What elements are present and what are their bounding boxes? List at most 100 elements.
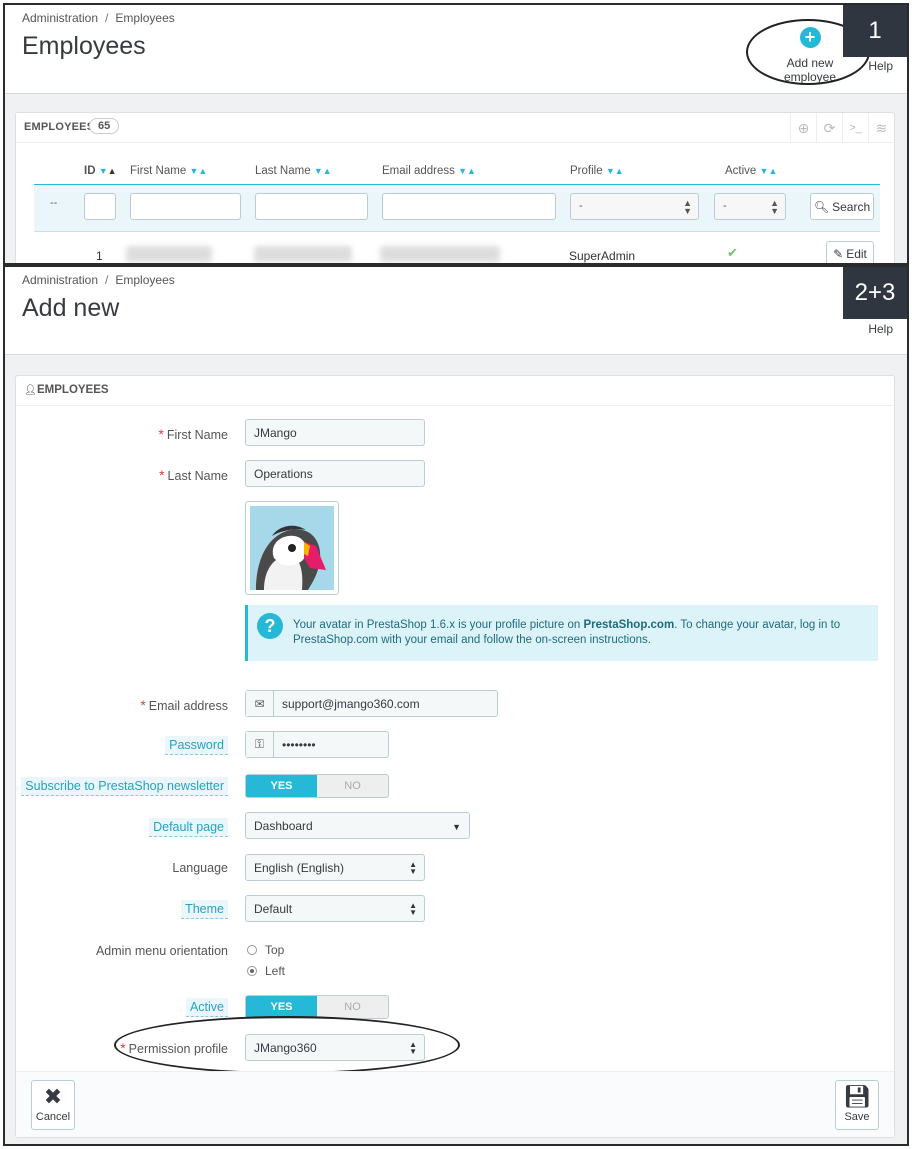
sort-arrows-icon[interactable]: ▼▲ [760, 166, 778, 176]
updown-icon: ▲ ▼ [683, 198, 692, 216]
column-last-name-label: Last Name [255, 165, 311, 177]
newsletter-yes-option[interactable]: YES [246, 775, 317, 797]
column-first-name: First Name ▼▲ [130, 165, 207, 177]
user-icon: 👤︎ [24, 385, 37, 396]
filter-email-input[interactable] [382, 193, 556, 220]
page-header: Administration / Employees Employees + Add… [5, 5, 907, 94]
breadcrumb-employees[interactable]: Employees [115, 273, 174, 287]
filter-id-input[interactable] [84, 193, 116, 220]
filter-first-name-input[interactable] [130, 193, 241, 220]
active-label-text: Active [185, 998, 228, 1017]
theme-value: Default [254, 902, 293, 916]
filter-last-name-input[interactable] [255, 193, 368, 220]
employee-form-panel: 👤︎ EMPLOYEES * First Name JMango * Last Na… [15, 375, 895, 1138]
count-badge: 65 [89, 118, 120, 134]
form-heading: 👤︎ EMPLOYEES [16, 376, 894, 406]
password-value: •••••••• [282, 738, 316, 752]
sort-arrows-icon[interactable]: ▼▲ [99, 166, 117, 176]
cancel-button[interactable]: ✖ Cancel [31, 1080, 75, 1130]
menu-orientation-top-label: Top [265, 943, 285, 957]
language-label: Language [172, 861, 228, 875]
email-label-text: Email address [148, 699, 228, 713]
password-field[interactable]: ⚿ •••••••• [245, 731, 389, 758]
question-icon: ? [257, 613, 283, 639]
menu-orientation-left-radio[interactable]: Left [247, 964, 285, 978]
breadcrumb: Administration / Employees [22, 273, 175, 287]
last-name-input[interactable]: Operations [245, 460, 425, 487]
menu-orientation-top-radio[interactable]: Top [247, 943, 284, 957]
default-page-select[interactable]: Dashboard ▼ [245, 812, 470, 839]
first-name-input[interactable]: JMango [245, 419, 425, 446]
default-page-label: Default page [149, 818, 228, 837]
filter-active-select[interactable]: - ▲ ▼ [714, 193, 786, 220]
password-label: Password [165, 736, 228, 755]
column-first-name-label: First Name [130, 165, 187, 177]
breadcrumb-employees[interactable]: Employees [115, 11, 174, 25]
first-name-label: * First Name [158, 426, 228, 442]
pencil-icon: ✎ [833, 247, 844, 261]
newsletter-no-option[interactable]: NO [317, 775, 388, 797]
key-icon: ⚿ [246, 732, 274, 757]
breadcrumb-administration[interactable]: Administration [22, 11, 98, 25]
sort-arrows-icon[interactable]: ▼▲ [314, 166, 332, 176]
page-title: Employees [22, 32, 146, 60]
filter-profile-select[interactable]: - ▲ ▼ [570, 193, 699, 220]
row-last-name-redacted [254, 246, 352, 262]
updown-icon: ▲ ▼ [770, 198, 779, 216]
language-select[interactable]: English (English) ▲ ▼ [245, 854, 425, 881]
sort-arrows-icon[interactable]: ▼▲ [606, 166, 624, 176]
email-field[interactable]: ✉ support@jmango360.com [245, 690, 498, 717]
default-page-label-text: Default page [149, 818, 228, 837]
filter-row: -- - ▲ ▼ - ▲ ▼ 🔍︎ Search [34, 184, 880, 232]
breadcrumb-administration[interactable]: Administration [22, 273, 98, 287]
table-row[interactable]: 1 SuperAdmin ✔ ✎ Edit [34, 233, 880, 263]
last-name-label: * Last Name [159, 467, 228, 483]
employees-list-screen: Administration / Employees Employees + Add… [3, 3, 909, 265]
radio-unchecked-icon [247, 945, 257, 955]
menu-orientation-left-label: Left [265, 964, 286, 978]
save-button[interactable]: 💾︎ Save [835, 1080, 879, 1130]
language-value: English (English) [254, 861, 345, 875]
search-icon: 🔍︎ [813, 199, 830, 214]
active-yes-option[interactable]: YES [246, 996, 317, 1018]
filter-active-value: - [723, 200, 727, 212]
list-heading: EMPLOYEES 65 ⊕ ⟳ >_ ≋ [16, 113, 894, 143]
sort-arrows-icon[interactable]: ▼▲ [458, 166, 476, 176]
help-link[interactable]: Help [868, 322, 893, 336]
refresh-icon[interactable]: ⟳ [816, 113, 842, 143]
prestashop-link[interactable]: PrestaShop.com [583, 619, 674, 631]
column-profile: Profile ▼▲ [570, 165, 624, 177]
updown-icon: ▲ ▼ [409, 860, 417, 876]
default-page-value: Dashboard [254, 819, 313, 833]
edit-button[interactable]: ✎ Edit [826, 241, 874, 263]
column-id: ID ▼▲ [84, 165, 117, 177]
terminal-icon[interactable]: >_ [842, 113, 868, 143]
permission-profile-select[interactable]: JMango360 ▲ ▼ [245, 1034, 425, 1061]
active-no-option[interactable]: NO [317, 996, 388, 1018]
avatar [245, 501, 339, 595]
check-icon[interactable]: ✔ [727, 245, 738, 261]
page-title: Add new [22, 294, 120, 322]
help-link[interactable]: Help [868, 59, 893, 73]
permission-profile-value: JMango360 [254, 1041, 317, 1055]
step-badge: 2+3 [843, 267, 907, 319]
add-employee-screen: Administration / Employees Add new Help 2+… [3, 265, 909, 1146]
newsletter-switch[interactable]: YES NO [245, 774, 389, 798]
row-email-redacted [380, 246, 500, 262]
column-last-name: Last Name ▼▲ [255, 165, 332, 177]
language-label-text: Language [172, 861, 228, 875]
search-button[interactable]: 🔍︎ Search [810, 193, 874, 220]
add-new-employee-label: Add new employee [783, 56, 837, 84]
database-icon[interactable]: ≋ [868, 113, 894, 143]
form-title: EMPLOYEES [37, 384, 109, 396]
employees-list-panel: EMPLOYEES 65 ⊕ ⟳ >_ ≋ ID ▼▲ First Name ▼… [15, 112, 895, 263]
theme-label: Theme [181, 900, 228, 919]
theme-select[interactable]: Default ▲ ▼ [245, 895, 425, 922]
permission-profile-label: * Permission profile [120, 1040, 228, 1056]
add-circle-icon[interactable]: ⊕ [790, 113, 816, 143]
sort-arrows-icon[interactable]: ▼▲ [189, 166, 207, 176]
envelope-icon: ✉ [246, 691, 274, 716]
active-switch[interactable]: YES NO [245, 995, 389, 1019]
radio-checked-icon [247, 966, 257, 976]
required-asterisk: * [158, 426, 164, 442]
